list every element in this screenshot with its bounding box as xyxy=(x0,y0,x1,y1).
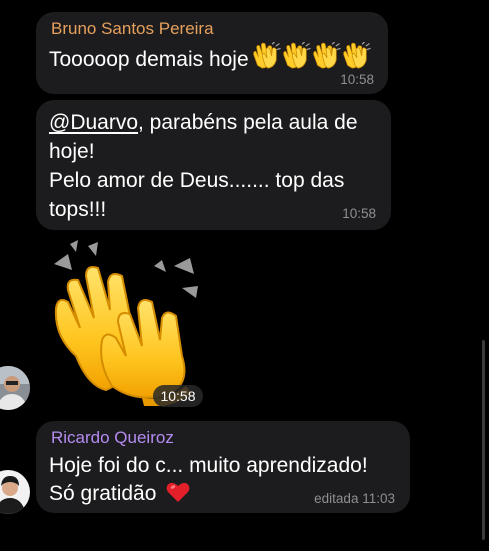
message-line-2: hoje! xyxy=(49,140,95,163)
message-line-2-text: Só gratidão xyxy=(49,482,157,505)
clapping-hands-sticker[interactable] xyxy=(46,236,206,407)
message-time: 10:58 xyxy=(340,72,374,87)
avatar[interactable] xyxy=(0,470,30,514)
message-text-content: Tooooop demais hoje xyxy=(49,48,249,71)
edited-label: editada xyxy=(314,491,359,506)
message-time: 10:58 xyxy=(342,206,376,221)
red-heart-icon xyxy=(166,481,190,511)
sender-name[interactable]: Bruno Santos Pereira xyxy=(51,19,214,39)
message-line-1-rest: , parabéns pela aula de xyxy=(138,111,358,134)
message-bubble-mention[interactable]: @Duarvo, parabéns pela aula de hoje! Pel… xyxy=(36,100,391,230)
message-text: Tooooop demais hoje xyxy=(49,42,371,78)
mention-link[interactable]: @Duarvo xyxy=(49,111,138,134)
clapping-hands-icon xyxy=(54,240,198,407)
message-bubble-bruno[interactable]: Bruno Santos Pereira Tooooop demais hoje… xyxy=(36,12,388,94)
message-line-1: @Duarvo, parabéns pela aula de xyxy=(49,108,358,137)
sticker-time: 10:58 xyxy=(153,385,203,407)
message-line-3: Pelo amor de Deus....... top das xyxy=(49,169,345,192)
message-line-1: Hoje foi do c... muito aprendizado! xyxy=(49,454,368,477)
message-bubble-ricardo[interactable]: Ricardo Queiroz Hoje foi do c... muito a… xyxy=(36,421,410,513)
scrollbar[interactable] xyxy=(482,340,485,540)
message-time-value: 11:03 xyxy=(362,491,395,506)
sender-name[interactable]: Ricardo Queiroz xyxy=(51,428,174,448)
message-time: editada 11:03 xyxy=(314,491,395,506)
message-line-2: Só gratidão xyxy=(49,479,190,511)
message-line-4: tops!!! xyxy=(49,198,107,221)
avatar[interactable] xyxy=(0,366,30,410)
